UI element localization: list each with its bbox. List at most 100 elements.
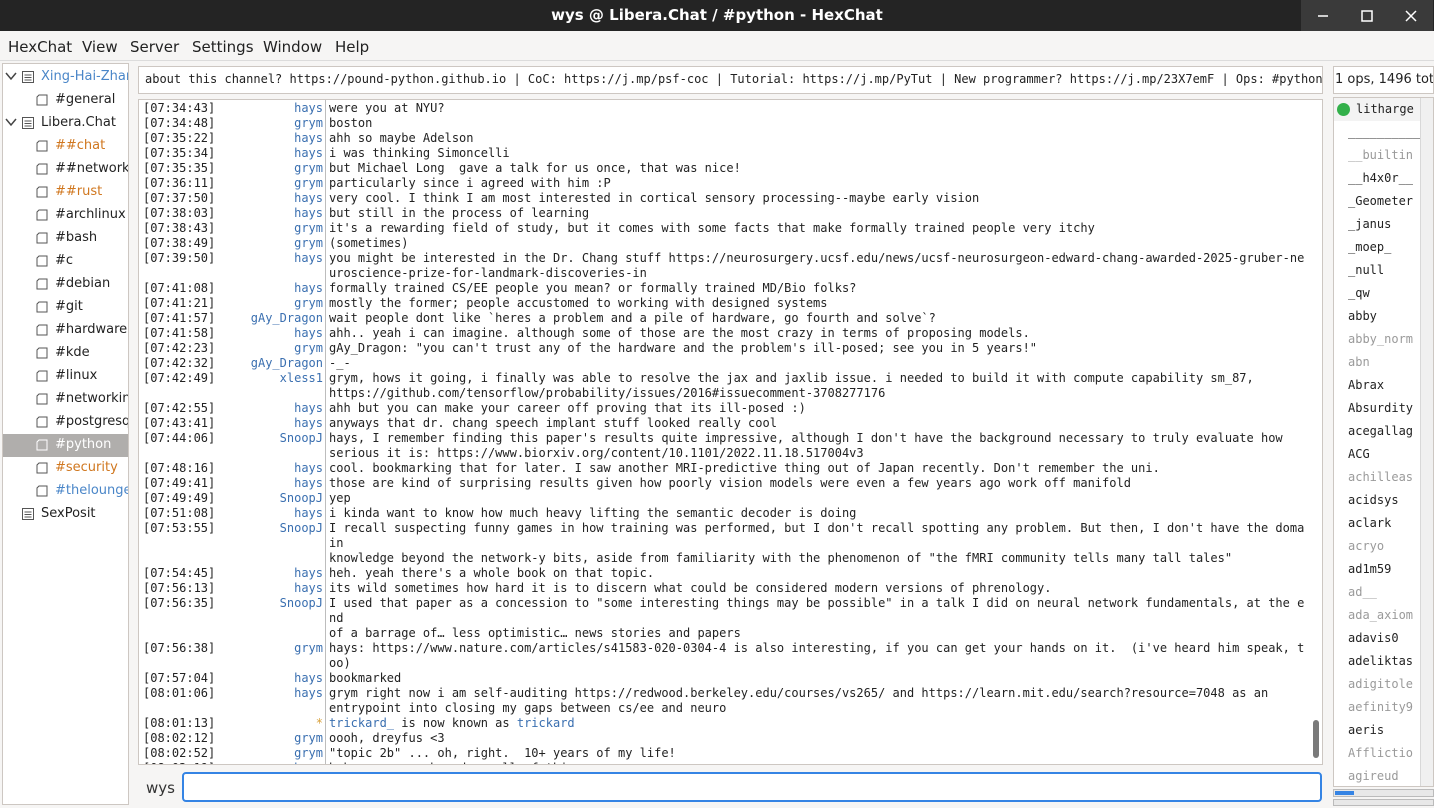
message-nick[interactable]: grym (294, 161, 323, 176)
chat-scrollbar-thumb[interactable] (1313, 720, 1319, 758)
user-list[interactable]: litharge __________ __builtin __h4x0r__ _Geo… (1333, 97, 1434, 787)
user-item[interactable]: adeliktas (1334, 650, 1420, 673)
user-item[interactable]: ad__ (1334, 581, 1420, 604)
message-nick[interactable]: hays (294, 146, 323, 161)
tree-item-archlinux[interactable]: #archlinux (3, 204, 128, 227)
menu-window[interactable]: Window (263, 38, 322, 56)
message-nick[interactable]: hays (294, 101, 323, 116)
user-item[interactable]: _null (1334, 259, 1420, 282)
message-nick[interactable]: grym (294, 731, 323, 746)
tree-item-general[interactable]: #general (3, 89, 128, 112)
user-item[interactable]: aefinity9 (1334, 696, 1420, 719)
message-nick[interactable]: grym (294, 296, 323, 311)
user-item[interactable]: adavis0 (1334, 627, 1420, 650)
message-input[interactable] (182, 772, 1322, 802)
message-nick[interactable]: * (316, 716, 323, 731)
old-nick[interactable]: trickard_ (329, 716, 394, 730)
channel-tree[interactable]: Xing-Hai-Zhan #general Libera.Chat ##chat ##… (2, 63, 129, 805)
tree-item-chat[interactable]: ##chat (3, 135, 128, 158)
user-item[interactable]: __h4x0r__ (1334, 167, 1420, 190)
tree-item-xing-hai-zhan[interactable]: Xing-Hai-Zhan (3, 66, 128, 89)
message-nick[interactable]: hays (294, 131, 323, 146)
expander-icon[interactable] (5, 70, 17, 82)
message-nick[interactable]: hays (294, 326, 323, 341)
nick-button[interactable]: wys (140, 772, 180, 802)
user-item[interactable]: _moep_ (1334, 236, 1420, 259)
user-item[interactable]: aeris (1334, 719, 1420, 742)
tree-item-thelounge[interactable]: #thelounge (3, 480, 128, 503)
message-nick[interactable]: hays (294, 581, 323, 596)
user-item[interactable]: Afflictio (1334, 742, 1420, 765)
message-nick[interactable]: SnoopJ (280, 596, 323, 611)
menu-server[interactable]: Server (130, 38, 179, 56)
user-item[interactable]: litharge (1334, 98, 1420, 121)
minimize-button[interactable] (1301, 0, 1345, 31)
message-nick[interactable]: hays (294, 761, 323, 764)
message-nick[interactable]: hays (294, 686, 323, 701)
menu-settings[interactable]: Settings (192, 38, 254, 56)
tree-item-bash[interactable]: #bash (3, 227, 128, 250)
message-nick[interactable]: grym (294, 116, 323, 131)
message-nick[interactable]: grym (294, 641, 323, 656)
user-item[interactable]: ad1m59 (1334, 558, 1420, 581)
message-nick[interactable]: gAy_Dragon (251, 356, 323, 371)
message-nick[interactable]: hays (294, 476, 323, 491)
user-item[interactable]: _qw (1334, 282, 1420, 305)
tree-item-git[interactable]: #git (3, 296, 128, 319)
message-nick[interactable]: hays (294, 566, 323, 581)
maximize-button[interactable] (1345, 0, 1389, 31)
tree-item-debian[interactable]: #debian (3, 273, 128, 296)
message-nick[interactable]: hays (294, 506, 323, 521)
user-item[interactable]: ACG (1334, 443, 1420, 466)
user-item[interactable]: __________ (1334, 121, 1420, 144)
tree-item-sexposit[interactable]: SexPosit (3, 503, 128, 526)
user-item[interactable]: acidsys (1334, 489, 1420, 512)
message-nick[interactable]: hays (294, 461, 323, 476)
tree-item-libera-chat[interactable]: Libera.Chat (3, 112, 128, 135)
user-item[interactable]: abby (1334, 305, 1420, 328)
chat-area[interactable]: [07:34:43] hays were you at NYU? [07:34:48]… (138, 99, 1323, 765)
chat-scrollbar[interactable] (1309, 100, 1322, 764)
message-nick[interactable]: SnoopJ (280, 431, 323, 446)
message-nick[interactable]: SnoopJ (280, 491, 323, 506)
expander-icon[interactable] (5, 116, 17, 128)
tree-item-kde[interactable]: #kde (3, 342, 128, 365)
tree-item-security[interactable]: #security (3, 457, 128, 480)
tree-item-postgresql[interactable]: #postgresql (3, 411, 128, 434)
message-nick[interactable]: grym (294, 221, 323, 236)
message-nick[interactable]: hays (294, 416, 323, 431)
message-nick[interactable]: hays (294, 671, 323, 686)
message-nick[interactable]: hays (294, 191, 323, 206)
tree-item-python[interactable]: #python (3, 434, 128, 457)
tree-item-linux[interactable]: #linux (3, 365, 128, 388)
menu-help[interactable]: Help (335, 38, 369, 56)
user-item[interactable]: abby_norm (1334, 328, 1420, 351)
menu-view[interactable]: View (82, 38, 118, 56)
tree-item-c[interactable]: #c (3, 250, 128, 273)
user-item[interactable]: _janus (1334, 213, 1420, 236)
message-nick[interactable]: hays (294, 401, 323, 416)
message-nick[interactable]: hays (294, 281, 323, 296)
tree-item-networking[interactable]: #networking (3, 388, 128, 411)
close-button[interactable] (1389, 0, 1433, 31)
tree-item-networking[interactable]: ##networking (3, 158, 128, 181)
menu-hexchat[interactable]: HexChat (8, 38, 72, 56)
new-nick[interactable]: trickard (517, 716, 575, 730)
user-item[interactable]: Absurdity (1334, 397, 1420, 420)
message-nick[interactable]: grym (294, 341, 323, 356)
user-item[interactable]: acryo (1334, 535, 1420, 558)
user-list-scrollbar[interactable] (1420, 98, 1433, 786)
user-item[interactable]: ada_axiom (1334, 604, 1420, 627)
message-nick[interactable]: hays (294, 206, 323, 221)
user-item[interactable]: agireud (1334, 765, 1420, 786)
user-item[interactable]: aclark (1334, 512, 1420, 535)
message-nick[interactable]: hays (294, 251, 323, 266)
message-nick[interactable]: grym (294, 236, 323, 251)
user-item[interactable]: achilleas (1334, 466, 1420, 489)
message-nick[interactable]: grym (294, 176, 323, 191)
user-item[interactable]: abn (1334, 351, 1420, 374)
user-item[interactable]: acegallag (1334, 420, 1420, 443)
message-nick[interactable]: gAy_Dragon (251, 311, 323, 326)
message-nick[interactable]: xless1 (280, 371, 323, 386)
user-item[interactable]: Abrax (1334, 374, 1420, 397)
